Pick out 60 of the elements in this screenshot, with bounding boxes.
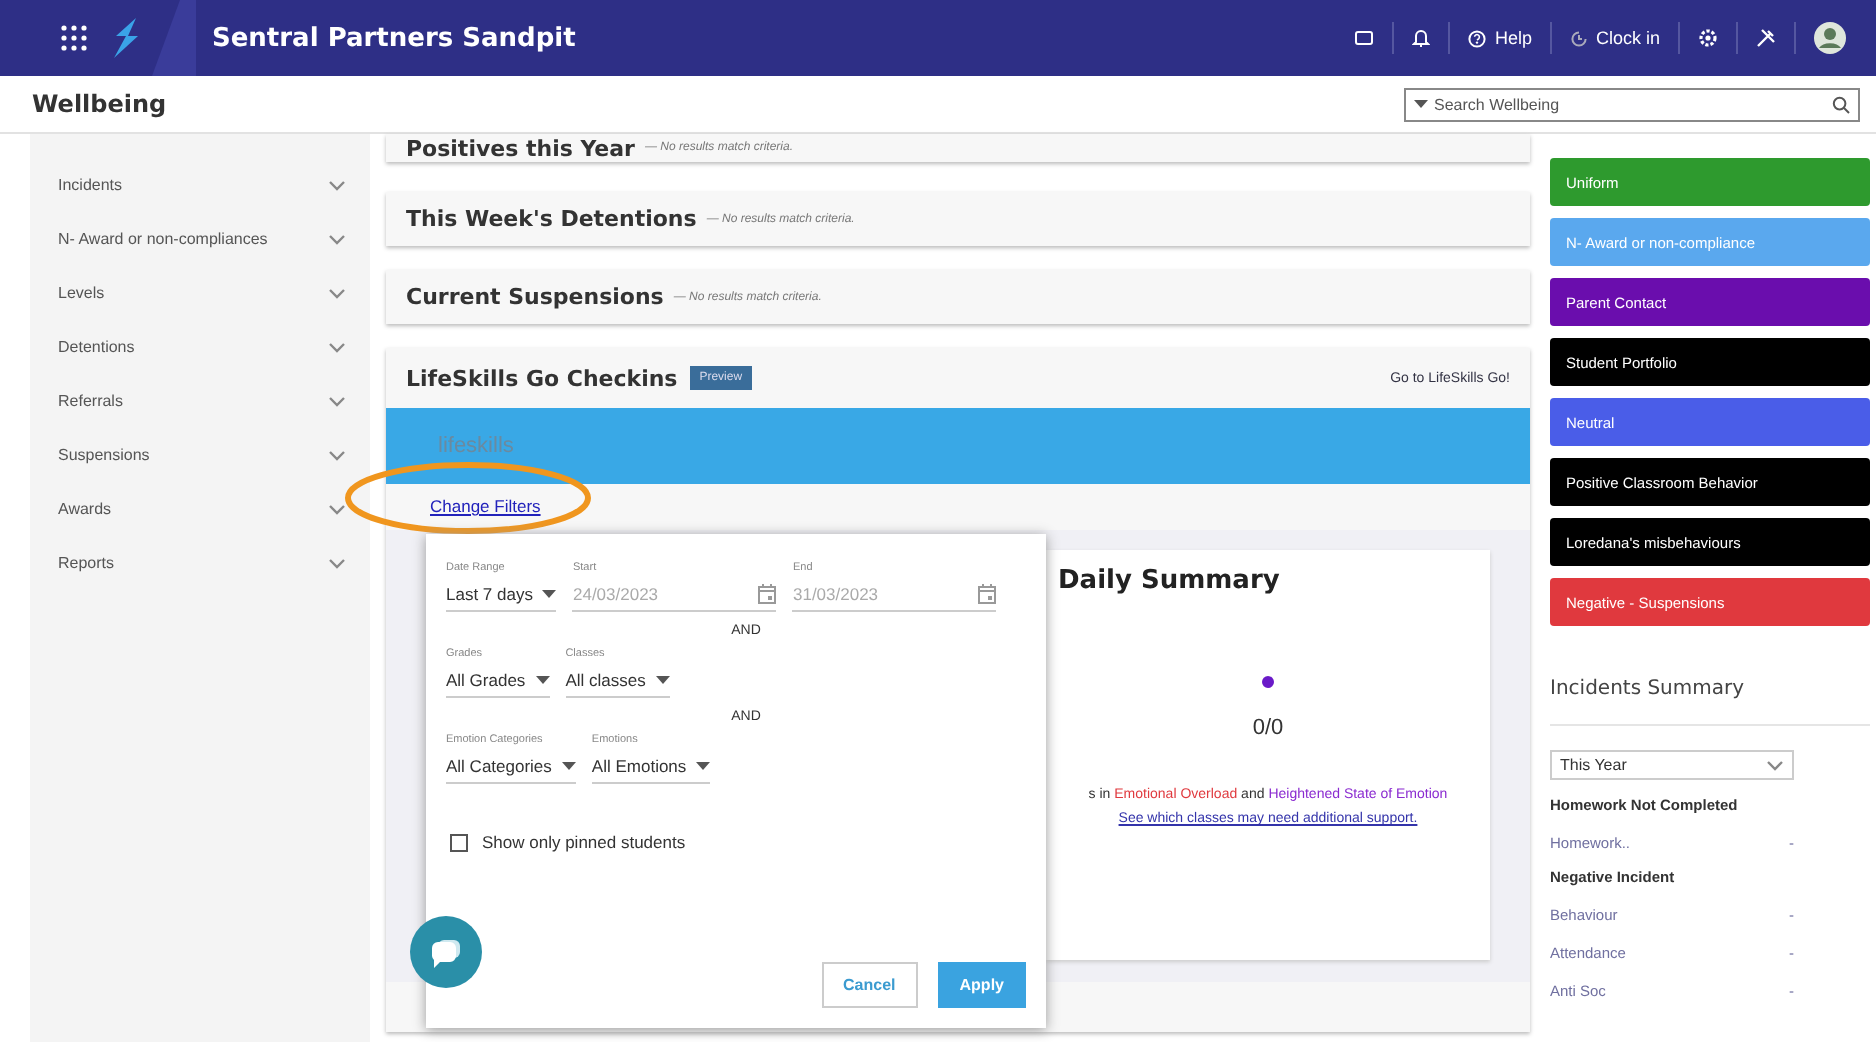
dropdown[interactable]: All classes bbox=[565, 670, 670, 690]
chevron-icon bbox=[328, 341, 346, 353]
panel-title: Current Suspensions bbox=[406, 284, 664, 310]
settings-icon bbox=[1698, 28, 1718, 48]
panel-title: This Week's Detentions bbox=[406, 206, 697, 232]
apps-grid-icon[interactable] bbox=[60, 24, 88, 52]
page-title: Wellbeing bbox=[32, 90, 167, 118]
sidebar-item[interactable]: Awards bbox=[30, 482, 370, 536]
chevron-icon bbox=[328, 557, 346, 569]
summary-title: Daily Summary bbox=[1058, 566, 1280, 596]
caret-icon bbox=[696, 762, 711, 770]
sidebar-item[interactable]: Incidents bbox=[30, 158, 370, 212]
help-button[interactable]: Help bbox=[1448, 22, 1550, 54]
chevron-icon bbox=[328, 287, 346, 299]
dropdown[interactable]: Last 7 days bbox=[446, 584, 557, 604]
header-divider bbox=[152, 0, 196, 76]
sidebar-item[interactable]: Levels bbox=[30, 266, 370, 320]
change-filters-link[interactable]: Change Filters bbox=[430, 496, 541, 516]
clock-icon bbox=[1569, 29, 1588, 47]
search-icon[interactable] bbox=[1832, 95, 1850, 113]
chevron-icon bbox=[328, 503, 346, 515]
sidebar-item[interactable]: Suspensions bbox=[30, 428, 370, 482]
chat-icon bbox=[430, 937, 462, 967]
chevron-icon bbox=[328, 449, 346, 461]
brand-name: lifeskills bbox=[438, 434, 514, 458]
sidebar-item[interactable]: N- Award or non-compliances bbox=[30, 212, 370, 266]
tools-icon bbox=[1756, 28, 1776, 48]
search-bar[interactable]: Search Wellbeing bbox=[1404, 87, 1860, 121]
help-icon bbox=[1468, 29, 1487, 47]
status-dot bbox=[1262, 676, 1274, 688]
chevron-icon bbox=[328, 395, 346, 407]
card-title: LifeSkills Go Checkins bbox=[406, 365, 678, 391]
app-title: Sentral Partners Sandpit bbox=[212, 23, 576, 53]
calendar-icon[interactable] bbox=[978, 584, 997, 604]
section-title: Incidents Summary bbox=[1550, 678, 1870, 726]
calendar-icon[interactable] bbox=[758, 584, 777, 604]
chevron-icon bbox=[328, 233, 346, 245]
clock-button[interactable]: Clock in bbox=[1549, 22, 1678, 54]
caret-icon bbox=[655, 676, 670, 684]
caret-icon bbox=[561, 762, 576, 770]
sidebar-item[interactable]: Reports bbox=[30, 536, 370, 590]
caret-icon bbox=[535, 676, 550, 684]
message-icon bbox=[1354, 29, 1375, 47]
checkbox-label: Show only pinned students bbox=[482, 832, 686, 852]
dropdown[interactable]: All Grades bbox=[446, 670, 550, 690]
dropdown[interactable]: All Emotions bbox=[591, 756, 711, 776]
caret-icon bbox=[1414, 100, 1428, 108]
period-dropdown[interactable]: This Year bbox=[1550, 750, 1794, 780]
logo-icon[interactable] bbox=[112, 18, 140, 58]
chevron-icon bbox=[1766, 759, 1784, 771]
checkbox[interactable] bbox=[450, 833, 468, 851]
avatar-icon bbox=[1814, 22, 1846, 54]
dropdown[interactable]: All Categories bbox=[446, 756, 576, 776]
sidebar-item[interactable]: Referrals bbox=[30, 374, 370, 428]
sidebar-item[interactable]: Detentions bbox=[30, 320, 370, 374]
checkin-count: 0/0 bbox=[1252, 716, 1284, 740]
chevron-icon bbox=[328, 179, 346, 191]
panel-title: Positives this Year bbox=[406, 135, 635, 161]
bell-icon bbox=[1412, 28, 1431, 48]
caret-icon bbox=[542, 590, 557, 598]
